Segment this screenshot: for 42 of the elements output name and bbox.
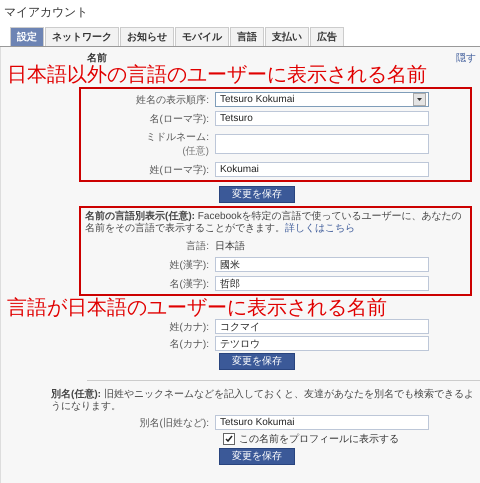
language-value: 日本語 (215, 240, 246, 253)
field-label: 名(ローマ字): (150, 112, 209, 126)
save-button[interactable]: 変更を保存 (219, 353, 295, 370)
field-label: 姓名の表示順序: (136, 94, 209, 106)
show-on-profile-checkbox[interactable]: この名前をプロフィールに表示する (223, 432, 480, 446)
learn-more-link[interactable]: 詳しくはこちら (285, 223, 355, 234)
field-note: (任意) (182, 144, 209, 158)
save-button[interactable]: 変更を保存 (219, 448, 295, 465)
tab[interactable]: 広告 (310, 27, 344, 46)
tab[interactable]: 言語 (230, 27, 264, 46)
section-heading: 名前 (87, 52, 107, 64)
field-label: 名(漢字): (170, 278, 209, 290)
page-title: マイアカウント (3, 4, 89, 21)
input-field[interactable]: Tetsuro Kokumai (215, 415, 429, 430)
annotation: 言語が日本語のユーザーに表示される名前 (6, 298, 388, 319)
description: 名前の言語別表示(任意): Facebookを特定の言語で使っているユーザーに、あなたの名前をその言語で表示することができます。詳しくはこちら (85, 211, 463, 235)
tab[interactable]: お知らせ (120, 27, 174, 46)
tab[interactable]: ネットワーク (45, 27, 119, 46)
input-field[interactable]: 國米 (215, 257, 429, 272)
field-label: ミドルネーム: (146, 131, 209, 144)
field-label: 言語: (186, 240, 209, 253)
caret-icon (413, 93, 426, 106)
input-field[interactable]: Tetsuro (215, 111, 429, 126)
input-field[interactable]: Kokumai (215, 162, 429, 177)
field-label: 姓(漢字): (170, 258, 209, 272)
save-button[interactable]: 変更を保存 (219, 186, 295, 203)
hide-link[interactable]: 隠す (456, 51, 476, 65)
tab[interactable]: モバイル (175, 27, 229, 46)
annotation: 日本語以外の言語のユーザーに表示される名前 (6, 65, 428, 86)
field-label: 姓(カナ): (170, 320, 209, 334)
dropdown[interactable]: Tetsuro Kokumai (215, 92, 429, 107)
input-field[interactable]: コクマイ (215, 319, 429, 334)
tab[interactable]: 支払い (265, 27, 309, 46)
input-field[interactable] (215, 134, 429, 154)
field-label: 姓(ローマ字): (150, 164, 209, 176)
field-label: 別名(旧姓など): (140, 416, 209, 430)
tab[interactable]: 設定 (10, 27, 44, 46)
input-field[interactable]: 哲郎 (215, 276, 429, 291)
checkmark-icon (225, 435, 233, 443)
field-label: 名(カナ): (170, 338, 209, 350)
description: 別名(任意): 旧姓やニックネームなどを記入しておくと、友達があなたを別名でも検索できるようになります。 (50, 389, 475, 413)
input-field[interactable]: テツロウ (215, 336, 429, 351)
